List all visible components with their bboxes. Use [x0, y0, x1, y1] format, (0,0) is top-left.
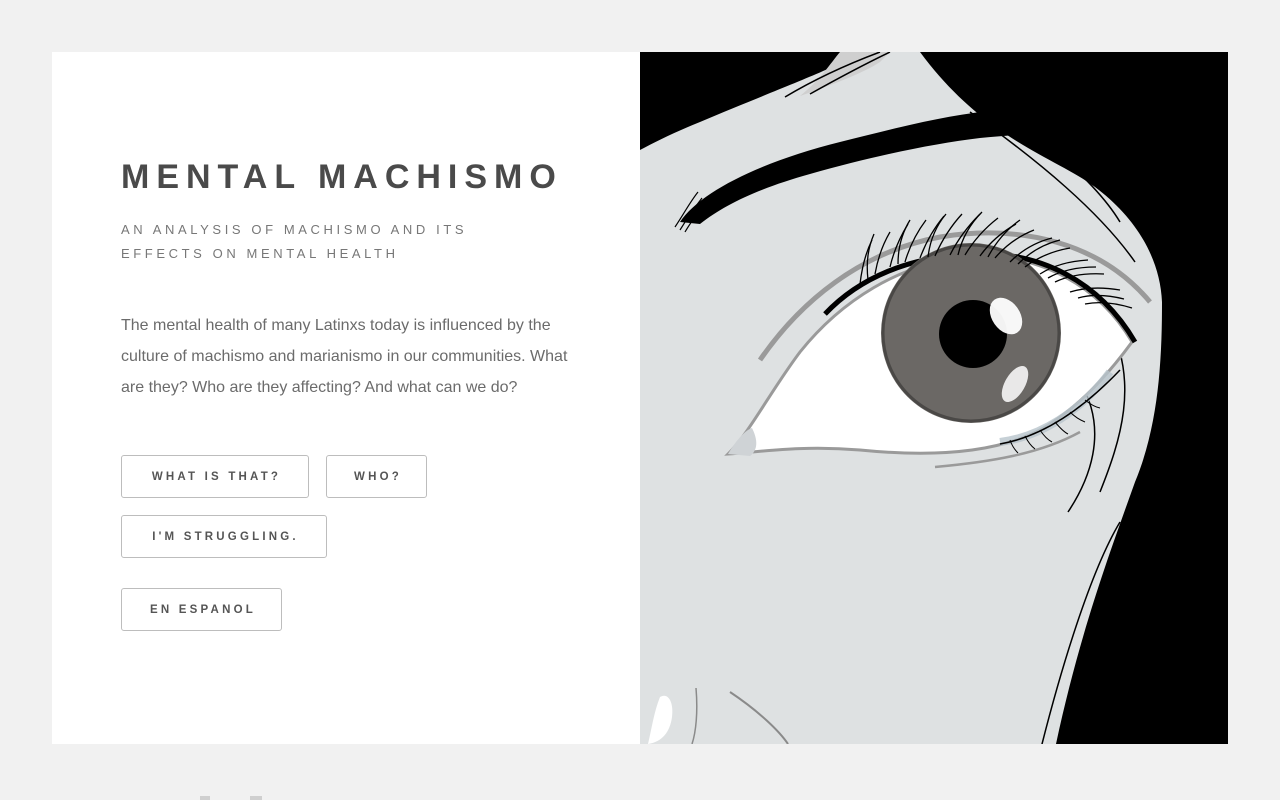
page-title: MENTAL MACHISMO — [121, 158, 563, 196]
hero-description: The mental health of many Latinxs today … — [121, 317, 568, 396]
what-is-that-button[interactable]: WHAT IS THAT? — [121, 455, 309, 498]
page-subtitle: AN ANALYSIS OF MACHISMO AND ITS EFFECTS … — [121, 222, 468, 261]
who-button[interactable]: WHO? — [326, 455, 427, 498]
eye-illustration — [640, 52, 1228, 744]
footer-fragment — [200, 796, 210, 800]
hero-text-panel: MENTAL MACHISMO AN ANALYSIS OF MACHISMO … — [52, 52, 640, 744]
hero-card: MENTAL MACHISMO AN ANALYSIS OF MACHISMO … — [52, 52, 1228, 744]
en-espanol-button[interactable]: EN ESPANOL — [121, 588, 282, 631]
footer-fragment — [250, 796, 262, 800]
eye-illustration-panel — [640, 52, 1228, 744]
im-struggling-button[interactable]: I'M STRUGGLING. — [121, 515, 327, 558]
